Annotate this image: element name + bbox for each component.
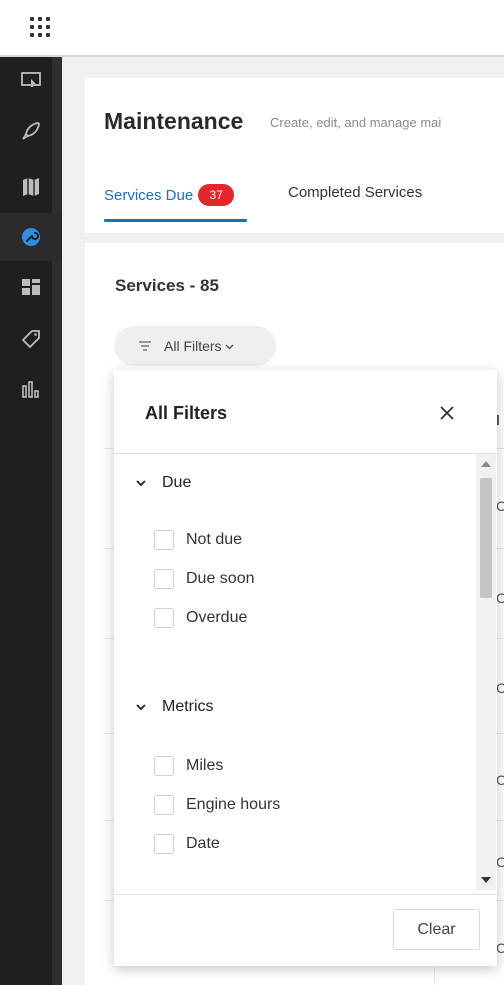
table-cell-peek: C [496, 854, 504, 870]
tab-completed-services[interactable]: Completed Services [288, 184, 422, 201]
page-header-card [85, 78, 504, 233]
table-cell-peek: C [496, 590, 504, 606]
checkbox-date[interactable]: Date [154, 834, 220, 854]
checkbox[interactable] [154, 608, 174, 628]
tab-services-due[interactable]: Services Due 37 [104, 184, 235, 206]
panel-title: All Filters [145, 403, 228, 423]
chevron-down-icon [136, 704, 146, 711]
map-icon [23, 178, 39, 196]
page-subtitle: Create, edit, and manage mai [270, 115, 442, 130]
filter-icon [139, 341, 151, 351]
checkbox[interactable] [154, 530, 174, 550]
close-icon[interactable] [434, 400, 460, 426]
table-cell-peek: C [496, 680, 504, 696]
sidebar-item-maintenance[interactable] [0, 213, 62, 261]
section-metrics-label: Metrics [162, 698, 214, 715]
scroll-thumb[interactable] [480, 478, 492, 598]
page-title: Maintenance [104, 108, 244, 134]
checkbox-miles[interactable]: Miles [154, 756, 223, 776]
checkbox-engine-hours[interactable]: Engine hours [154, 795, 280, 815]
section-due-label: Due [162, 474, 192, 491]
tab-services-due-label: Services Due [104, 186, 194, 204]
clear-button[interactable]: Clear [393, 909, 480, 950]
monitor-icon [21, 72, 41, 87]
dashboard-icon [22, 279, 40, 295]
sidebar-item-tag[interactable] [0, 315, 62, 363]
sidebar-item-map[interactable] [0, 163, 62, 211]
checkbox-overdue[interactable]: Overdue [154, 608, 247, 628]
checkbox-label: Not due [186, 531, 243, 548]
wrench-icon [22, 228, 40, 246]
checkbox-label: Date [186, 835, 220, 852]
chevron-down-icon [225, 344, 234, 349]
filters-list: Due Not due Due soon Overdue Metrics Mil… [114, 454, 497, 894]
sidebar-item-dashboard[interactable] [0, 263, 62, 311]
panel-footer-divider [114, 894, 497, 895]
section-metrics-header[interactable]: Metrics [136, 698, 214, 716]
checkbox-label: Engine hours [186, 796, 281, 813]
scroll-up-icon[interactable] [481, 461, 491, 467]
all-filters-button[interactable]: All Filters [114, 326, 276, 366]
reports-icon [22, 381, 39, 398]
active-tab-indicator [104, 219, 247, 222]
waffle-grid-icon[interactable] [28, 15, 52, 39]
all-filters-panel: All Filters Due Not due Due soon Overdue… [114, 370, 497, 966]
services-due-badge: 37 [198, 184, 235, 206]
checkbox[interactable] [154, 756, 174, 776]
scroll-down-icon[interactable] [481, 877, 491, 883]
checkbox[interactable] [154, 834, 174, 854]
table-cell-peek: C [496, 940, 504, 956]
tag-icon [21, 330, 40, 349]
chevron-down-icon [136, 480, 146, 487]
all-filters-label: All Filters [164, 338, 222, 354]
checkbox-label: Miles [186, 757, 224, 774]
table-cell-peek: C [496, 772, 504, 788]
checkbox-due-soon[interactable]: Due soon [154, 569, 255, 589]
sidebar [0, 57, 62, 985]
checkbox-label: Overdue [186, 609, 248, 626]
section-due-header[interactable]: Due [136, 474, 191, 492]
table-cell-peek: C [496, 498, 504, 514]
tab-completed-services-label: Completed Services [288, 184, 423, 201]
checkbox[interactable] [154, 569, 174, 589]
checkbox[interactable] [154, 795, 174, 815]
top-bar [0, 0, 504, 56]
checkbox-not-due[interactable]: Not due [154, 530, 242, 550]
sidebar-item-rocket[interactable] [0, 107, 62, 155]
services-count: Services - 85 [115, 276, 219, 295]
sidebar-item-monitor[interactable] [0, 57, 62, 105]
rocket-icon [22, 122, 40, 140]
filters-scrollbar[interactable] [476, 454, 496, 890]
checkbox-label: Due soon [186, 570, 255, 587]
sidebar-item-reports[interactable] [0, 365, 62, 413]
